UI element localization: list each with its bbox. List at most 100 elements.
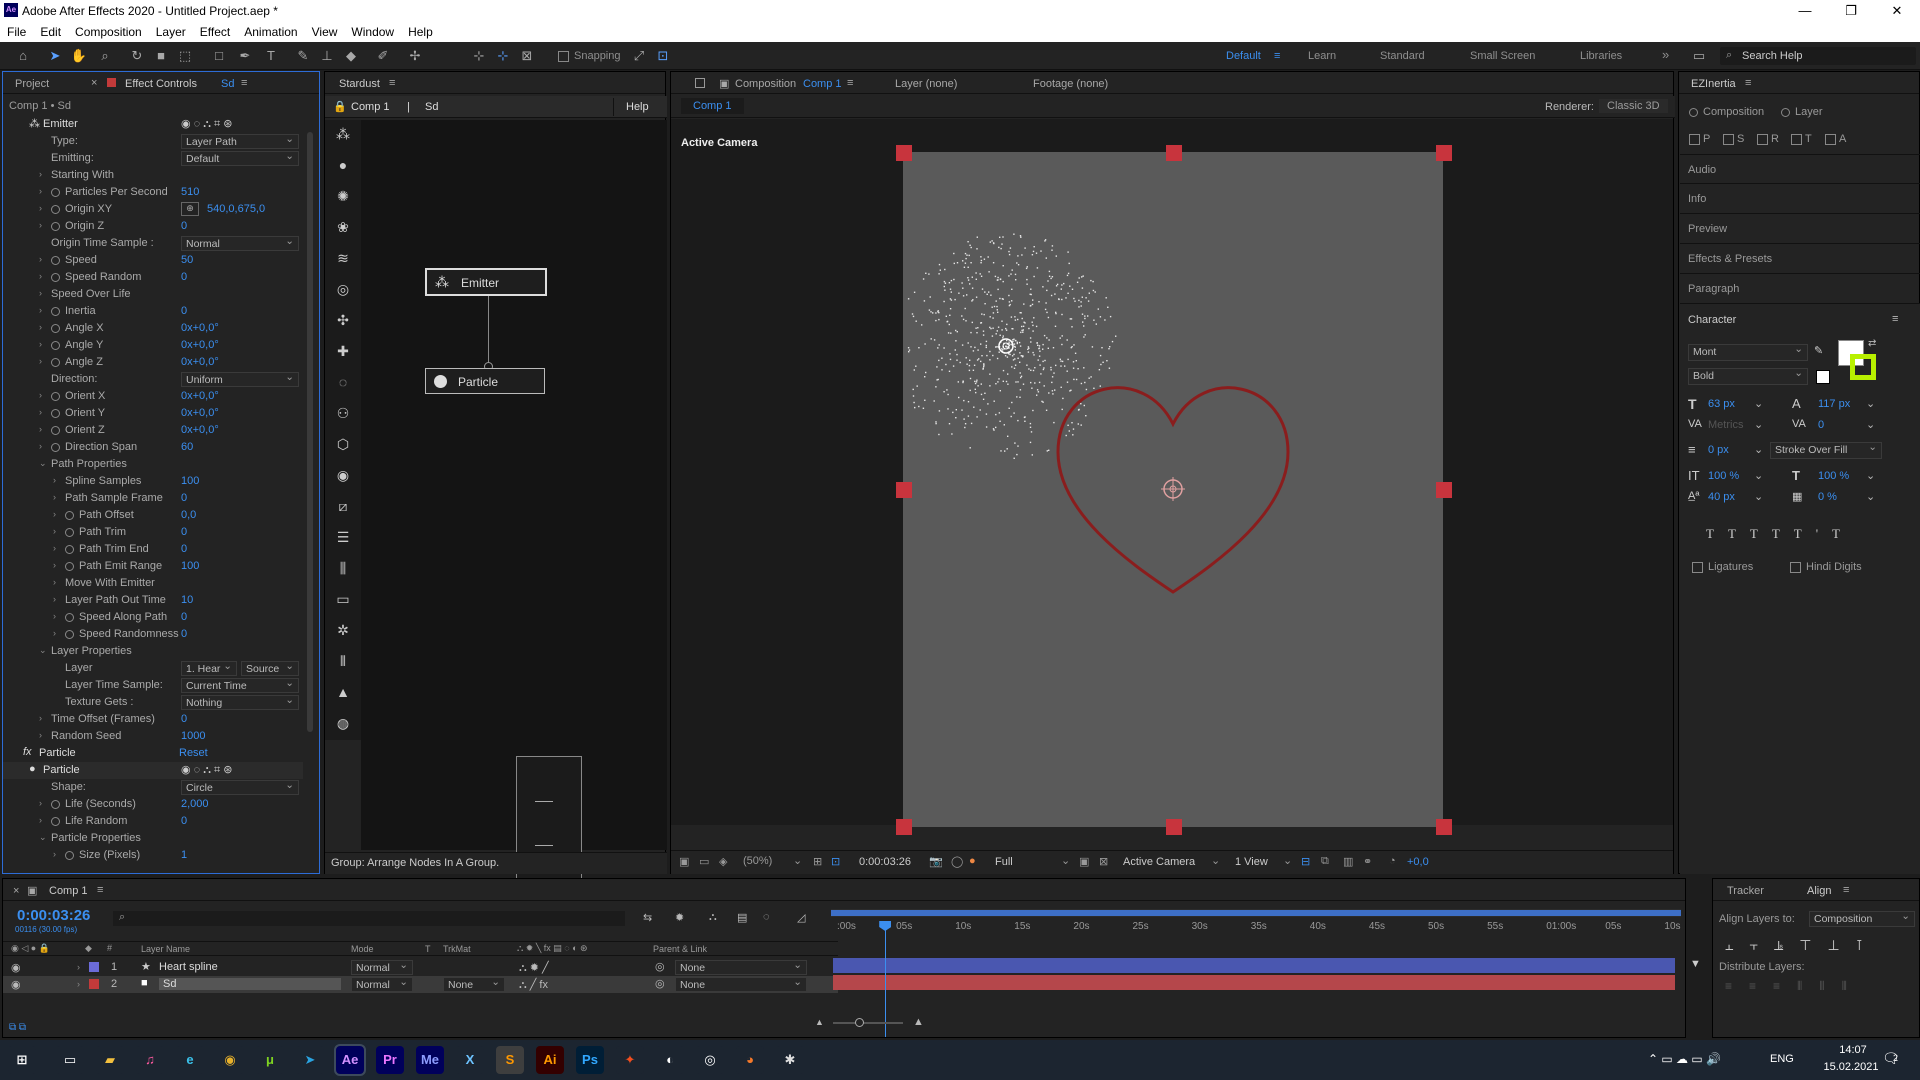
twirl-closed-icon[interactable]: ›	[39, 288, 42, 298]
fx-toggle-icon[interactable]: fx	[23, 746, 32, 758]
twirl-closed-icon[interactable]: ›	[39, 356, 42, 366]
ligatures-checkbox[interactable]	[1692, 562, 1703, 573]
stopwatch-icon[interactable]	[51, 443, 60, 452]
playhead[interactable]	[879, 921, 892, 1037]
source-dropdown[interactable]: Source	[241, 660, 299, 676]
label-color-swatch[interactable]	[89, 979, 99, 989]
illustrator-icon[interactable]: Ai	[536, 1046, 564, 1074]
motion-blur-icon[interactable]: ◌	[763, 911, 770, 923]
panel-preview[interactable]: Preview	[1680, 214, 1920, 244]
effect-tool-icons[interactable]: ◉ ◌ ⛬ ⌗ ⊛	[181, 763, 232, 777]
twirl-closed-icon[interactable]: ›	[39, 424, 42, 434]
menu-item-edit[interactable]: Edit	[33, 22, 68, 39]
align-to-select[interactable]: Composition	[1809, 910, 1915, 927]
search-help-field[interactable]: ⌕ Search Help	[1720, 47, 1916, 65]
twirl-closed-icon[interactable]: ›	[39, 339, 42, 349]
comp-viewer[interactable]: Active Camera	[671, 119, 1673, 835]
bbox-handle-tr[interactable]	[1436, 145, 1452, 161]
snapshot-icon[interactable]: 📷	[929, 855, 943, 868]
pick-whip-icon[interactable]: ◎	[655, 977, 665, 990]
distribute-buttons[interactable]: ≡≡≡⦀⦀⦀	[1725, 979, 1864, 994]
text-tool-icon[interactable]: ☰	[333, 529, 353, 549]
bbox-handle-ml[interactable]	[896, 482, 912, 498]
draft-3d-icon[interactable]: ✹	[675, 911, 684, 924]
stopwatch-icon[interactable]	[51, 324, 60, 333]
bbox-handle-bl[interactable]	[896, 819, 912, 835]
twirl-closed-icon[interactable]: ›	[53, 611, 56, 621]
stopwatch-icon[interactable]	[51, 426, 60, 435]
twirl-closed-icon[interactable]: ›	[39, 815, 42, 825]
menu-item-layer[interactable]: Layer	[149, 22, 193, 39]
channel-icon[interactable]: ●	[969, 855, 976, 867]
stopwatch-icon[interactable]	[65, 511, 74, 520]
twirl-closed-icon[interactable]: ›	[53, 849, 56, 859]
property-value[interactable]: 0x+0,0°	[181, 356, 219, 368]
bbox-handle-tc[interactable]	[1166, 145, 1182, 161]
timeline-end-marker[interactable]: ▼	[1690, 958, 1706, 976]
hindi-digits-checkbox[interactable]	[1790, 562, 1801, 573]
menu-item-animation[interactable]: Animation	[237, 22, 304, 39]
bar-tool-icon[interactable]: ⦀	[333, 653, 353, 673]
stopwatch-icon[interactable]	[51, 205, 60, 214]
menu-item-help[interactable]: Help	[401, 22, 440, 39]
stopwatch-icon[interactable]	[65, 528, 74, 537]
graph-editor-icon[interactable]: ◿	[797, 911, 805, 924]
twirl-closed-icon[interactable]: ›	[39, 798, 42, 808]
axis-world-icon[interactable]: ⊹	[494, 47, 512, 65]
renderer-select[interactable]: Classic 3D	[1599, 99, 1668, 113]
twirl-closed-icon[interactable]: ›	[53, 526, 56, 536]
swap-colors-icon[interactable]: ⇄	[1868, 338, 1876, 349]
eye-icon[interactable]: ◉	[11, 961, 21, 974]
cinema4d-icon[interactable]: ◐	[656, 1046, 684, 1074]
stopwatch-icon[interactable]	[51, 256, 60, 265]
blend-mode-select[interactable]: Normal	[351, 976, 413, 992]
menu-item-effect[interactable]: Effect	[193, 22, 237, 39]
property-dropdown[interactable]: Nothing	[181, 694, 299, 710]
work-area-bar[interactable]	[831, 909, 1681, 917]
property-value[interactable]: 1000	[181, 730, 205, 742]
parent-select[interactable]: None	[675, 976, 807, 992]
stopwatch-icon[interactable]	[65, 545, 74, 554]
hand-tool-icon[interactable]: ✋	[70, 47, 88, 65]
figma-icon[interactable]: ✦	[616, 1046, 644, 1074]
property-dropdown[interactable]: Circle	[181, 779, 299, 795]
property-value[interactable]: 0x+0,0°	[181, 424, 219, 436]
flock-tool-icon[interactable]: ✲	[333, 622, 353, 642]
type-tool-icon[interactable]: T	[262, 47, 280, 65]
stopwatch-icon[interactable]	[65, 562, 74, 571]
panel-sync-icon[interactable]: ▭	[1690, 47, 1708, 65]
property-value[interactable]: 0x+0,0°	[181, 390, 219, 402]
rotate-tool-icon[interactable]: ↻	[128, 47, 146, 65]
close-button[interactable]: ✕	[1874, 0, 1920, 22]
property-value[interactable]: 0	[181, 305, 187, 317]
camera-tool-icon[interactable]: ▭	[333, 591, 353, 611]
twirl-closed-icon[interactable]: ›	[77, 979, 80, 989]
emitter-node[interactable]: ⁂ Emitter	[425, 268, 547, 296]
effect-controls-scrollbar[interactable]	[307, 132, 313, 732]
comp-canvas[interactable]	[903, 152, 1443, 827]
anchor-point-icon[interactable]	[903, 152, 1443, 827]
stopwatch-icon[interactable]	[51, 307, 60, 316]
font-family-select[interactable]: Mont	[1688, 343, 1808, 361]
stroke-mode-select[interactable]: Stroke Over Fill	[1770, 441, 1882, 459]
photoshop-icon[interactable]: Ps	[576, 1046, 604, 1074]
chrome-icon[interactable]: ◉	[216, 1046, 244, 1074]
twirl-closed-icon[interactable]: ›	[53, 560, 56, 570]
property-value[interactable]: 510	[181, 186, 199, 198]
zoom-in-icon[interactable]: ▲	[913, 1016, 924, 1028]
xd-like-icon[interactable]: X	[456, 1046, 484, 1074]
timeline-menu-icon[interactable]: ≡	[97, 884, 103, 896]
after-effects-icon[interactable]: Ae	[334, 1044, 366, 1076]
eraser-tool-icon[interactable]: ◆	[342, 47, 360, 65]
property-value[interactable]: 10	[181, 594, 193, 606]
blend-mode-select[interactable]: Normal	[351, 959, 413, 975]
comp-menu-icon[interactable]: ≡	[847, 77, 853, 89]
radio-composition[interactable]	[1689, 108, 1698, 117]
fast-preview-icon[interactable]: ⧉	[1321, 855, 1329, 868]
snap-options-icon[interactable]: ⊡	[654, 47, 672, 65]
always-preview-icon[interactable]: ▣	[679, 855, 689, 868]
replicator-tool-icon[interactable]: ❀	[333, 219, 353, 239]
attractor-tool-icon[interactable]: ◎	[333, 281, 353, 301]
layer-name-header[interactable]: Layer Name	[141, 944, 190, 954]
menu-item-file[interactable]: File	[0, 22, 33, 39]
